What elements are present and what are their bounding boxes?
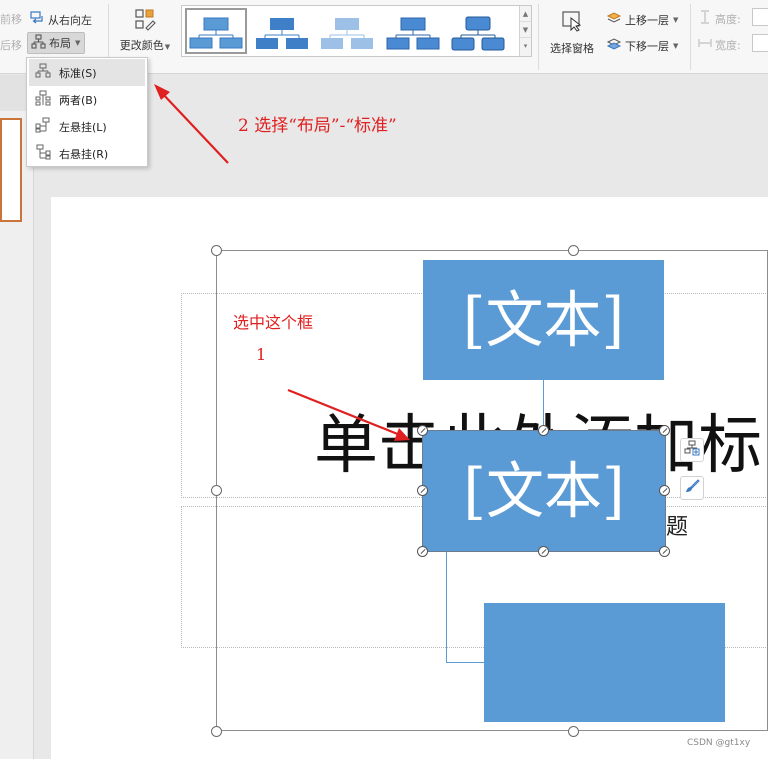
resize-handle[interactable] — [568, 726, 579, 737]
smartart-style-gallery: ▲ ▼ ▾ — [181, 5, 532, 57]
node-resize-handle[interactable] — [659, 485, 670, 496]
bring-forward-label: 上移一层 — [625, 13, 669, 27]
connector-line — [446, 551, 447, 663]
ribbon-divider — [690, 4, 691, 70]
resize-handle[interactable] — [211, 726, 222, 737]
node-resize-handle[interactable] — [538, 546, 549, 557]
change-color-icon — [114, 8, 176, 34]
brush-icon — [684, 478, 700, 498]
bring-forward-button[interactable]: 上移一层 ▼ — [606, 10, 678, 29]
selection-pane-label: 选择窗格 — [550, 42, 594, 55]
standard-layout-icon — [35, 63, 51, 82]
right-to-left-label: 从右向左 — [48, 13, 92, 27]
format-style-float-button[interactable] — [680, 476, 704, 500]
menu-item-both[interactable]: 两者(B) — [27, 86, 147, 113]
selection-pane-button[interactable]: 选择窗格 — [544, 10, 600, 56]
backward-label: 后移 — [0, 39, 22, 52]
add-shape-float-button[interactable] — [680, 438, 704, 462]
smartart-node-top[interactable]: [文本] — [423, 260, 664, 380]
annotation-arrow-step2 — [154, 84, 229, 164]
height-icon — [698, 10, 712, 27]
style-thumbnail[interactable] — [185, 8, 247, 54]
annotation-step2: 2 选择“布局”-“标准” — [238, 116, 397, 136]
menu-item-label: 右悬挂(R) — [59, 147, 109, 161]
change-color-caret-icon: ▼ — [164, 43, 171, 51]
add-shape-icon — [684, 440, 700, 460]
resize-handle[interactable] — [211, 245, 222, 256]
node-text: [文本] — [462, 284, 625, 356]
height-input[interactable] — [752, 8, 768, 26]
layout-dropdown-menu: 标准(S) 两者(B) 左悬挂(L) 右悬挂(R) — [26, 57, 148, 167]
menu-item-label: 左悬挂(L) — [59, 120, 107, 134]
smartart-node-bottom[interactable] — [484, 603, 725, 722]
selection-pane-icon — [544, 10, 600, 34]
layout-icon — [31, 34, 46, 52]
left-hanging-layout-icon — [35, 117, 51, 136]
node-resize-handle[interactable] — [659, 546, 670, 557]
layout-button[interactable]: 布局 ▼ — [27, 32, 86, 54]
change-color-label: 更改颜色 — [119, 39, 164, 52]
width-icon — [698, 36, 712, 53]
node-resize-handle[interactable] — [417, 425, 428, 436]
send-backward-label: 下移一层 — [625, 39, 669, 53]
node-resize-handle[interactable] — [417, 485, 428, 496]
height-field-label: 高度: — [698, 10, 741, 27]
selection-frame — [422, 430, 666, 552]
forward-label: 前移 — [0, 13, 22, 26]
right-to-left-button[interactable]: 从右向左 — [29, 10, 92, 29]
gallery-scroll-up-icon[interactable]: ▲ — [520, 6, 531, 22]
send-backward-caret-icon: ▼ — [673, 41, 679, 50]
bring-forward-icon — [606, 10, 622, 29]
height-label: 高度: — [715, 12, 741, 26]
annotation-step1-text: 选中这个框 — [233, 313, 314, 332]
menu-item-label: 标准(S) — [59, 66, 97, 80]
gallery-scroll-down-icon[interactable]: ▼ — [520, 22, 531, 38]
style-thumbnail[interactable] — [251, 8, 313, 54]
menu-item-standard[interactable]: 标准(S) — [29, 59, 145, 86]
style-thumbnail[interactable] — [447, 8, 509, 54]
send-backward-icon — [606, 36, 622, 55]
right-to-left-icon — [29, 10, 45, 29]
node-resize-handle[interactable] — [659, 425, 670, 436]
send-backward-button[interactable]: 下移一层 ▼ — [606, 36, 678, 55]
node-resize-handle[interactable] — [538, 425, 549, 436]
change-color-button[interactable]: 更改颜色▼ — [114, 8, 176, 53]
menu-item-left-hanging[interactable]: 左悬挂(L) — [27, 113, 147, 140]
width-field-label: 宽度: — [698, 36, 741, 53]
backward-button[interactable]: 后移 — [0, 37, 22, 53]
bring-forward-caret-icon: ▼ — [673, 15, 679, 24]
node-resize-handle[interactable] — [417, 546, 428, 557]
menu-item-right-hanging[interactable]: 右悬挂(R) — [27, 140, 147, 167]
width-label: 宽度: — [715, 38, 741, 52]
layout-dropdown-caret-icon: ▼ — [75, 39, 81, 47]
connector-line — [543, 380, 544, 430]
ribbon-divider — [538, 4, 539, 70]
style-thumbnail[interactable] — [382, 8, 444, 54]
gallery-scrollbar[interactable]: ▲ ▼ ▾ — [519, 6, 531, 56]
slide-thumbnail[interactable] — [0, 118, 22, 222]
resize-handle[interactable] — [568, 245, 579, 256]
menu-item-label: 两者(B) — [59, 93, 98, 107]
resize-handle[interactable] — [211, 485, 222, 496]
watermark: CSDN @gt1xy — [687, 738, 751, 748]
both-layout-icon — [35, 90, 51, 109]
layout-label: 布局 — [49, 37, 71, 50]
style-thumbnail[interactable] — [316, 8, 378, 54]
right-hanging-layout-icon — [35, 144, 51, 163]
forward-button[interactable]: 前移 — [0, 11, 22, 27]
annotation-step1-number: 1 — [256, 345, 267, 364]
connector-line — [446, 662, 484, 663]
width-input[interactable] — [752, 34, 768, 52]
gallery-more-icon[interactable]: ▾ — [520, 38, 531, 54]
